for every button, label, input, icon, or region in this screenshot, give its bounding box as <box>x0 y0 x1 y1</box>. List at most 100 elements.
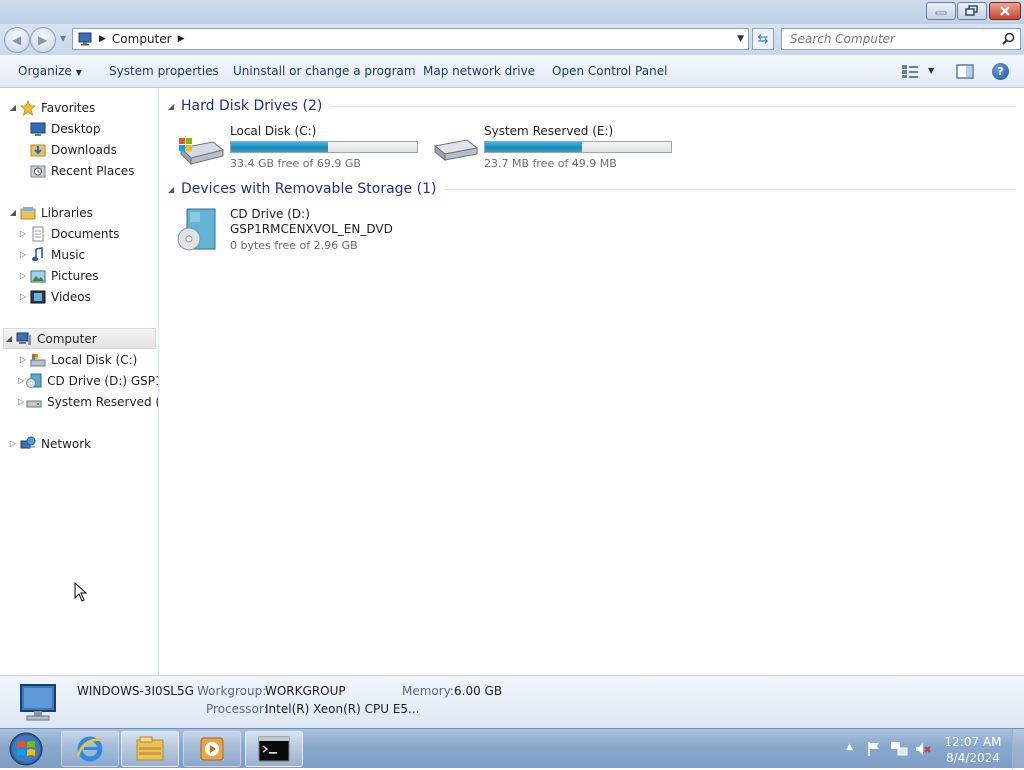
content-pane: ◢ Hard Disk Drives (2) Local Disk (C:) 3… <box>160 88 1024 675</box>
expand-arrow-icon[interactable]: ▷ <box>8 439 18 448</box>
forward-button[interactable]: ▶ <box>30 27 56 53</box>
nav-downloads[interactable]: Downloads <box>18 139 158 160</box>
nav-network[interactable]: ▷ Network <box>8 433 158 454</box>
nav-videos[interactable]: ▷ Videos <box>18 286 158 307</box>
show-hidden-icons-icon[interactable]: ▲ <box>846 742 853 752</box>
help-icon: ? <box>997 65 1004 78</box>
drive-free-space: 23.7 MB free of 49.9 MB <box>484 157 617 170</box>
expand-arrow-icon[interactable]: ▷ <box>18 376 24 385</box>
address-bar[interactable]: ▶ Computer ▶ ▼ <box>72 28 749 50</box>
uninstall-program-button[interactable]: Uninstall or change a program <box>233 64 416 78</box>
change-view-icon[interactable] <box>901 64 919 79</box>
drive-usage-bar <box>484 141 672 153</box>
restore-icon <box>965 5 978 16</box>
cd-drive-icon <box>26 373 42 388</box>
nav-local-disk[interactable]: ▷ Local Disk (C:) <box>18 349 158 370</box>
taskbar-media-player[interactable] <box>183 731 241 767</box>
expand-arrow-icon[interactable]: ▷ <box>18 355 28 364</box>
processor-label: Processor: <box>206 702 268 716</box>
map-network-drive-button[interactable]: Map network drive <box>423 64 535 78</box>
recent-pages-dropdown[interactable]: ▼ <box>60 34 66 43</box>
cd-drive-name: CD Drive (D:) <box>230 207 310 221</box>
music-icon <box>32 246 43 261</box>
group-removable-storage[interactable]: ◢ Devices with Removable Storage (1) <box>168 181 1016 197</box>
network-tray-icon[interactable] <box>890 741 908 757</box>
nav-computer-label: Computer <box>37 331 97 346</box>
open-control-panel-button[interactable]: Open Control Panel <box>552 64 667 78</box>
taskbar-command-prompt[interactable] <box>245 731 303 767</box>
breadcrumb-separator-icon[interactable]: ▶ <box>178 34 185 44</box>
help-button[interactable]: ? <box>992 63 1009 80</box>
taskbar-internet-explorer[interactable] <box>61 731 119 767</box>
nav-pictures[interactable]: ▷ Pictures <box>18 265 158 286</box>
nav-music[interactable]: ▷ Music <box>18 244 158 265</box>
action-center-flag-icon[interactable] <box>866 741 882 757</box>
drive-usage-bar <box>230 141 418 153</box>
breadcrumb-computer[interactable]: Computer <box>112 32 172 46</box>
memory-value: 6.00 GB <box>454 684 503 698</box>
computer-name: WINDOWS-3I0SL5G <box>77 684 194 698</box>
restore-button[interactable] <box>957 2 987 20</box>
folder-icon <box>136 736 164 761</box>
view-options-dropdown-icon[interactable]: ▼ <box>928 66 934 75</box>
group-divider <box>330 105 1016 107</box>
chevron-down-icon: ▼ <box>75 68 82 77</box>
collapse-group-icon[interactable]: ◢ <box>168 102 181 111</box>
nav-computer[interactable]: ◢ Computer <box>3 328 156 349</box>
system-clock[interactable]: 12:07 AM 8/4/2024 <box>940 734 1006 766</box>
nav-local-disk-label: Local Disk (C:) <box>51 352 138 367</box>
refresh-button[interactable]: ⇆ <box>752 28 774 50</box>
collapse-arrow-icon[interactable]: ◢ <box>4 334 14 343</box>
start-button[interactable] <box>4 731 50 767</box>
drive-system-reserved[interactable]: System Reserved (E:) 23.7 MB free of 49.… <box>431 124 676 170</box>
taskbar-windows-explorer[interactable] <box>121 731 179 767</box>
volume-muted-icon[interactable] <box>914 741 932 757</box>
downloads-folder-icon <box>30 144 46 156</box>
show-desktop-button[interactable] <box>1012 729 1024 769</box>
expand-arrow-icon[interactable]: ▷ <box>18 397 24 406</box>
nav-libraries[interactable]: ◢ Libraries <box>8 202 158 223</box>
collapse-arrow-icon[interactable]: ◢ <box>8 103 18 112</box>
nav-music-label: Music <box>51 247 86 262</box>
title-bar[interactable] <box>0 0 1024 24</box>
system-reserved-disk-icon <box>26 400 42 407</box>
breadcrumb-separator-icon[interactable]: ▶ <box>99 34 106 44</box>
preview-pane-icon[interactable] <box>956 64 974 79</box>
collapse-arrow-icon[interactable]: ◢ <box>8 208 18 217</box>
back-button[interactable]: ◀ <box>4 27 30 53</box>
cd-volume-label: GSP1RMCENXVOL_EN_DVD <box>230 222 393 236</box>
expand-arrow-icon[interactable]: ▷ <box>18 292 28 301</box>
minimize-icon <box>935 11 947 15</box>
nav-libraries-label: Libraries <box>41 205 93 220</box>
group-divider <box>444 188 1016 190</box>
close-button[interactable] <box>989 2 1021 20</box>
expand-arrow-icon[interactable]: ▷ <box>18 250 28 259</box>
nav-documents-label: Documents <box>51 226 120 241</box>
drive-name: System Reserved (E:) <box>484 124 614 138</box>
drive-usage-fill <box>231 142 328 152</box>
nav-favorites[interactable]: ◢ Favorites <box>8 97 158 118</box>
minimize-button[interactable] <box>926 2 956 20</box>
mouse-cursor-icon <box>74 582 88 602</box>
nav-recent-places[interactable]: Recent Places <box>18 160 158 181</box>
group-header-label: Hard Disk Drives (2) <box>181 98 323 114</box>
search-input[interactable] <box>781 28 1021 50</box>
nav-system-reserved[interactable]: ▷ System Reserved (E:) <box>18 391 158 412</box>
organize-menu[interactable]: Organize ▼ <box>18 64 82 78</box>
command-bar: Organize ▼ System properties Uninstall or… <box>0 55 1024 88</box>
nav-cd-drive[interactable]: ▷ CD Drive (D:) GSP1RMCENXVOL_EN_DVD <box>18 370 158 391</box>
group-hard-disk-drives[interactable]: ◢ Hard Disk Drives (2) <box>168 98 1016 114</box>
nav-recent-places-label: Recent Places <box>51 163 135 178</box>
search-icon[interactable] <box>1002 32 1015 45</box>
address-dropdown-icon[interactable]: ▼ <box>737 34 744 44</box>
cd-drive-icon <box>177 208 216 251</box>
system-properties-button[interactable]: System properties <box>109 64 219 78</box>
nav-desktop[interactable]: Desktop <box>18 118 158 139</box>
nav-documents[interactable]: ▷ Documents <box>18 223 158 244</box>
drive-usage-fill <box>485 142 582 152</box>
collapse-group-icon[interactable]: ◢ <box>168 185 181 194</box>
expand-arrow-icon[interactable]: ▷ <box>18 271 28 280</box>
drive-local-disk[interactable]: Local Disk (C:) 33.4 GB free of 69.9 GB <box>177 124 422 170</box>
expand-arrow-icon[interactable]: ▷ <box>18 229 28 238</box>
drive-cd[interactable]: CD Drive (D:) GSP1RMCENXVOL_EN_DVD 0 byt… <box>177 207 422 259</box>
